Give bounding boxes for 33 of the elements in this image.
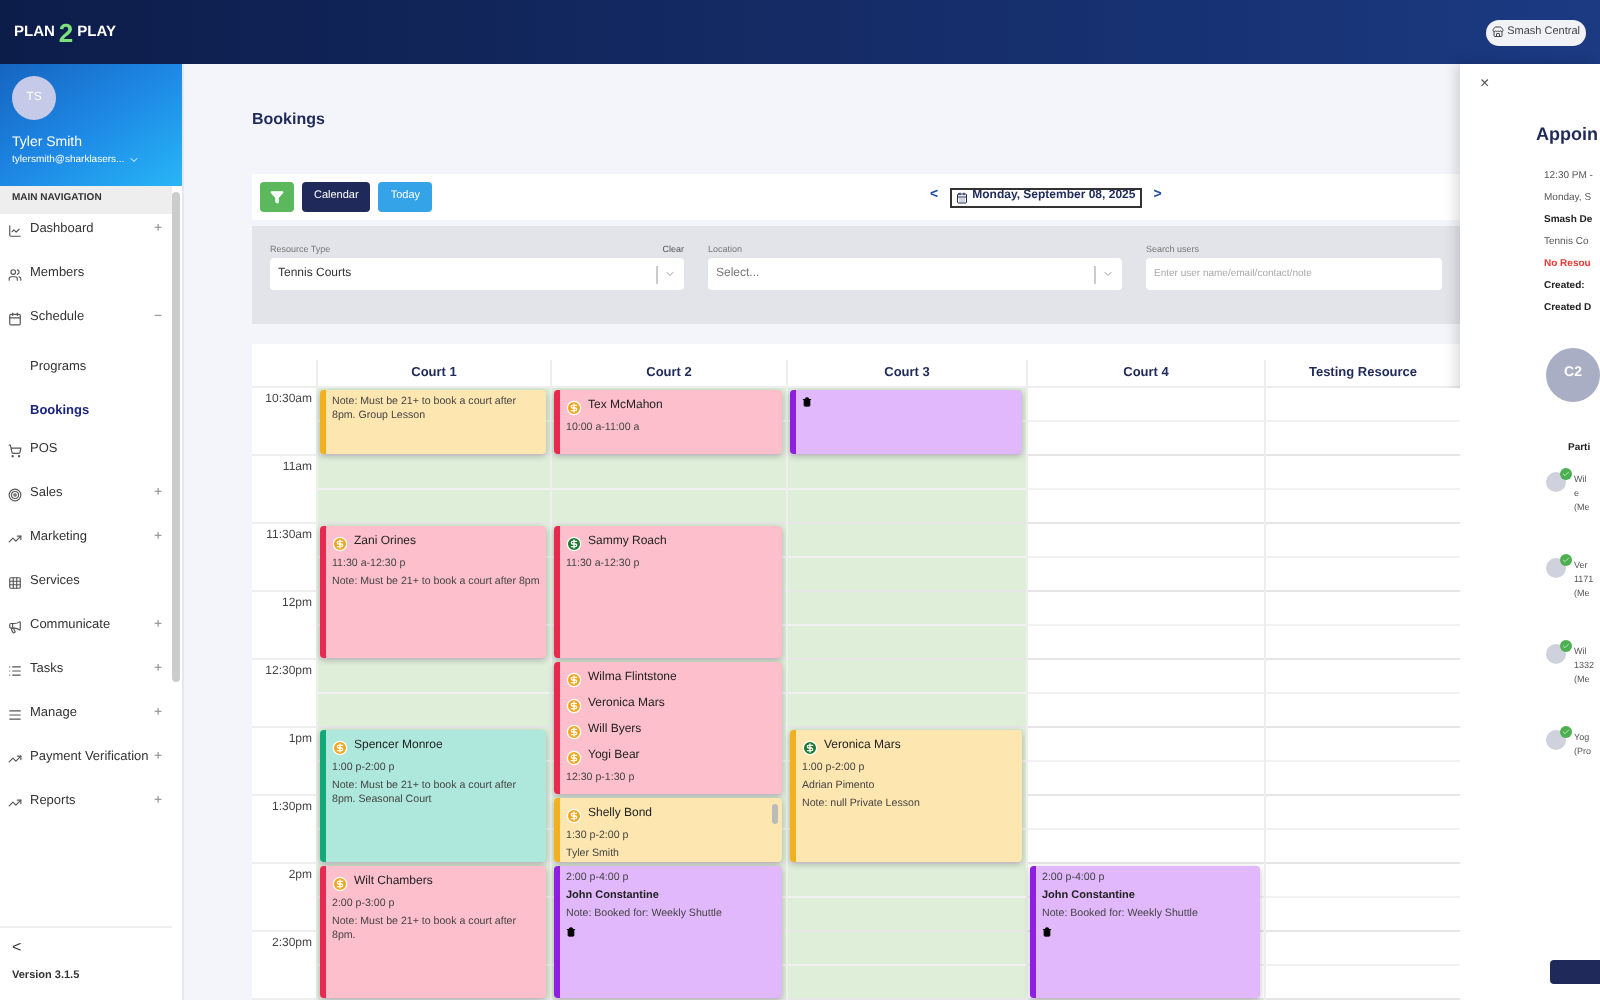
chevron-down-icon[interactable]: [128, 154, 141, 166]
trash-icon[interactable]: [1042, 926, 1052, 938]
megaphone-icon: [8, 619, 22, 633]
cart-icon: [8, 443, 22, 457]
chevron-down-icon: [1102, 268, 1114, 280]
calendar-icon: [956, 191, 969, 203]
avatar: [1546, 472, 1566, 492]
trash-icon[interactable]: [566, 926, 576, 938]
avatar: [1546, 644, 1566, 664]
avatar: [1546, 558, 1566, 578]
chevron-down-icon: [664, 268, 676, 280]
filter-icon: [270, 190, 284, 204]
avatar: [1546, 730, 1566, 750]
scrollbar-thumb[interactable]: [772, 804, 778, 824]
trash-icon[interactable]: [802, 396, 812, 408]
page-title: Bookings: [252, 108, 327, 132]
booking-card[interactable]: [790, 390, 1022, 454]
target-icon: [8, 487, 22, 501]
users-icon: [8, 267, 22, 281]
lines-icon: [8, 707, 22, 721]
close-button[interactable]: ×: [1480, 76, 1600, 92]
store-icon: [1491, 26, 1504, 38]
calendar-icon: [8, 311, 22, 325]
chart-icon: [8, 223, 22, 237]
trend-icon: [8, 795, 22, 809]
trend-icon: [8, 751, 22, 765]
panel-title: Appoin: [1536, 122, 1600, 148]
grid-icon: [8, 575, 22, 589]
list-icon: [8, 663, 22, 677]
filter-button[interactable]: [260, 182, 294, 212]
logo-mark: 2: [58, 19, 74, 45]
trend-icon: [8, 531, 22, 545]
collapse-button[interactable]: <: [12, 939, 160, 956]
